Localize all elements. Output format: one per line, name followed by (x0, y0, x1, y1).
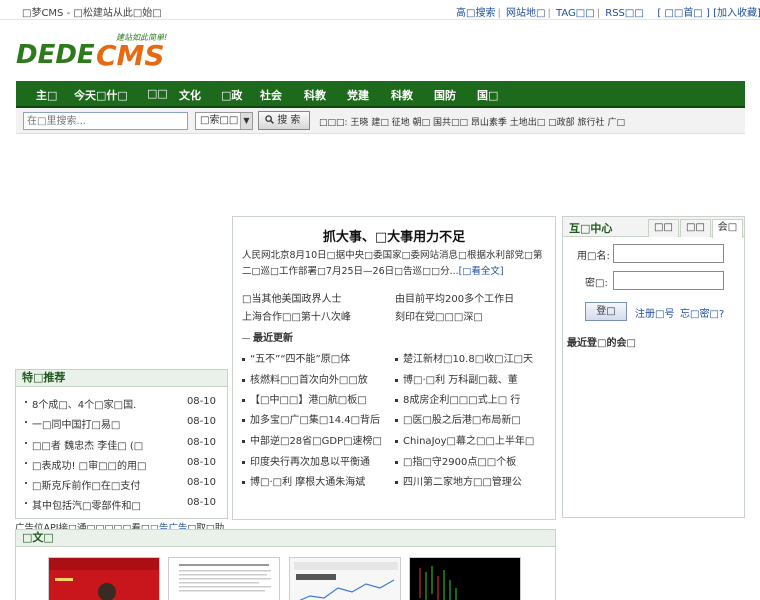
latest-item[interactable]: ChinaJoy□幕之□□上半年□ (395, 432, 534, 447)
top-link-advanced-search[interactable]: 高□搜索 (456, 8, 495, 19)
recommend-panel: 特□推荐 8个成□、4个□家□国. 08-10 一□同中国打□易□ 08-10 □□… (15, 369, 228, 519)
news-link[interactable]: 由目前平均200多个工作日 (395, 290, 514, 305)
headline[interactable]: 抓大事、□大事用力不足 (233, 226, 555, 245)
tab-2[interactable]: □□ (680, 219, 711, 237)
hot-word[interactable]: □政部 (548, 118, 575, 128)
nav-item-politics[interactable]: □政 (221, 87, 242, 103)
nav-item-sci-edu[interactable]: 科教 (304, 87, 326, 103)
hot-word[interactable]: 昂山素季 (471, 118, 507, 128)
hot-word[interactable]: 朝□ (413, 118, 431, 128)
nav-item-defense[interactable]: 国防 (434, 87, 456, 103)
picture-panel: □文□ (15, 529, 556, 600)
set-home-link[interactable]: [ □□首□ ] (657, 8, 710, 19)
nav-item-intl[interactable]: 国□ (477, 87, 498, 103)
latest-item[interactable]: 印度央行再次加息以平衡通 (242, 453, 370, 468)
hot-word[interactable]: 建□ (371, 118, 389, 128)
site-logo[interactable]: DEDE CMS 建站如此简单! (16, 30, 181, 72)
username-field[interactable] (613, 244, 724, 263)
password-label: 密□: (585, 278, 608, 289)
nav-item-3[interactable]: □□ (147, 87, 168, 100)
search-input[interactable] (23, 112, 188, 130)
login-button[interactable]: 登□ (585, 302, 627, 321)
top-link-tag[interactable]: TAG□□ (556, 8, 595, 19)
latest-item[interactable]: 楚江新材□10.8□收□江□天 (395, 350, 533, 365)
thumbnail-image[interactable] (289, 557, 401, 600)
top-link-sitemap[interactable]: 网站地□ (506, 8, 545, 19)
nav-item-society[interactable]: 社会 (260, 87, 282, 103)
latest-item[interactable]: 中部逆□28省□GDP□速榜□ (242, 432, 382, 447)
latest-item[interactable]: 8成房企利□□□式上□ 行 (395, 391, 520, 406)
picture-title: □文□ (16, 530, 555, 547)
news-panel: 抓大事、□大事用力不足 人民网北京8月10日□据中央□委国家□委网站消息□根据水… (232, 216, 556, 520)
search-bar: □索□□ ▼ 搜 索 □□□: 王晓 建□ 征地 朝□ 国共□□ 昂山素季 土地… (16, 108, 745, 134)
site-name: □梦CMS - □松建站从此□始□ (22, 8, 162, 19)
register-link[interactable]: 注册□号 (635, 305, 674, 320)
username-label: 用□名: (577, 251, 610, 262)
news-link[interactable]: □当其他美国政界人士 (242, 290, 341, 305)
list-item[interactable]: □斯克斥前作□在□支付 08-10 (24, 473, 219, 493)
logo-slogan: 建站如此简单! (116, 33, 167, 42)
top-links: 高□搜索 | 网站地□ | TAG□□ | RSS□□ [ □□首□ ] [加入收藏] (456, 8, 760, 19)
list-item[interactable]: 一□同中国打□易□ 08-10 (24, 412, 219, 432)
news-link[interactable]: 刻印在党□□□深□ (395, 308, 483, 323)
nav-item-party[interactable]: 党建 (347, 87, 369, 103)
latest-title: 最近更新 (242, 329, 293, 344)
main-nav: 主□ 今天□什□ □□ 文化 □政 社会 科教 党建 科教 国防 国□ (16, 81, 745, 108)
hot-word[interactable]: 广□ (607, 118, 625, 128)
logo-text-dede: DEDE (16, 40, 95, 70)
latest-item[interactable]: 四川第二家地方□□管理公 (395, 473, 522, 488)
thumbnail-image[interactable] (168, 557, 280, 600)
hot-word[interactable]: 国共□□ (433, 118, 468, 128)
read-more-link[interactable]: [□看全文] (459, 266, 504, 277)
latest-item[interactable]: 【□中□□】港□航□板□ (242, 391, 367, 406)
hot-word[interactable]: 王晓 (350, 118, 368, 128)
latest-item[interactable]: 核燃料□□首次向外□□放 (242, 371, 368, 386)
add-favorite-link[interactable]: [加入收藏] (713, 8, 760, 19)
search-type-label: □索□□ (200, 115, 239, 126)
tab-member[interactable]: 会□ (712, 219, 743, 238)
list-item[interactable]: 8个成□、4个□家□国. 08-10 (24, 392, 219, 412)
tab-1[interactable]: □□ (648, 219, 679, 237)
search-button-label: 搜 索 (277, 115, 301, 126)
list-item[interactable]: 其中包括汽□零部件和□ 08-10 (24, 493, 219, 513)
forgot-password-link[interactable]: 忘□密□? (680, 305, 724, 320)
member-panel: 互□中心 □□ □□ 会□ 用□名: 密□: 登□ 注册□号 忘□密□? 最近登… (562, 216, 745, 518)
list-item[interactable]: □□者 魏忠杰 李佳□ (□ 08-10 (24, 433, 219, 453)
latest-item[interactable]: □指□守2900点□□个板 (395, 453, 516, 468)
top-link-rss[interactable]: RSS□□ (605, 8, 644, 19)
search-type-select[interactable]: □索□□ ▼ (195, 112, 253, 130)
news-link[interactable]: 上海合作□□第十八次峰 (242, 308, 351, 323)
latest-item[interactable]: 博□·□利 摩根大通朱海斌 (242, 473, 365, 488)
nav-item-sci-edu-2[interactable]: 科教 (391, 87, 413, 103)
list-item[interactable]: □表成功! □审□□的用□ 08-10 (24, 453, 219, 473)
nav-item-home[interactable]: 主□ (36, 87, 57, 103)
member-title: 互□中心 (569, 222, 613, 235)
hot-words: □□□: 王晓 建□ 征地 朝□ 国共□□ 昂山素季 土地出□ □政部 旅行社 … (319, 115, 625, 128)
headline-summary: 人民网北京8月10日□据中央□委国家□委网站消息□根据水利部党□第二□巡□工作部… (242, 250, 543, 277)
hot-words-label: □□□: (319, 118, 348, 128)
chevron-down-icon: ▼ (240, 113, 252, 129)
logo-text-cms: CMS (96, 39, 165, 72)
hot-word[interactable]: 征地 (392, 118, 410, 128)
latest-item[interactable]: “五不”“四不能”原□体 (242, 350, 350, 365)
hot-word[interactable]: 土地出□ (510, 118, 546, 128)
hot-word[interactable]: 旅行社 (578, 118, 605, 128)
search-icon (265, 115, 274, 124)
latest-item[interactable]: 加多宝□广□集□14.4□背后 (242, 411, 380, 426)
latest-item[interactable]: 博□·□利 万科副□裁、董 (395, 371, 518, 386)
recommend-list: 8个成□、4个□家□国. 08-10 一□同中国打□易□ 08-10 □□者 魏忠杰… (16, 387, 227, 514)
recent-members-title: 最近登□的会□ (567, 338, 636, 349)
nav-item-today[interactable]: 今天□什□ (74, 87, 128, 103)
nav-item-culture[interactable]: 文化 (179, 87, 201, 103)
thumbnail-image[interactable] (48, 557, 160, 600)
search-button[interactable]: 搜 索 (258, 111, 310, 130)
password-field[interactable] (613, 271, 724, 290)
thumbnail-image[interactable] (409, 557, 521, 600)
logo-graphic: DEDE CMS 建站如此简单! (16, 33, 167, 72)
top-bar: □梦CMS - □松建站从此□始□ 高□搜索 | 网站地□ | TAG□□ | RSS… (0, 0, 760, 20)
member-header: 互□中心 □□ □□ 会□ (563, 217, 744, 238)
recommend-title: 特□推荐 (16, 370, 227, 387)
latest-item[interactable]: □医□股之后港□布局新□ (395, 411, 521, 426)
